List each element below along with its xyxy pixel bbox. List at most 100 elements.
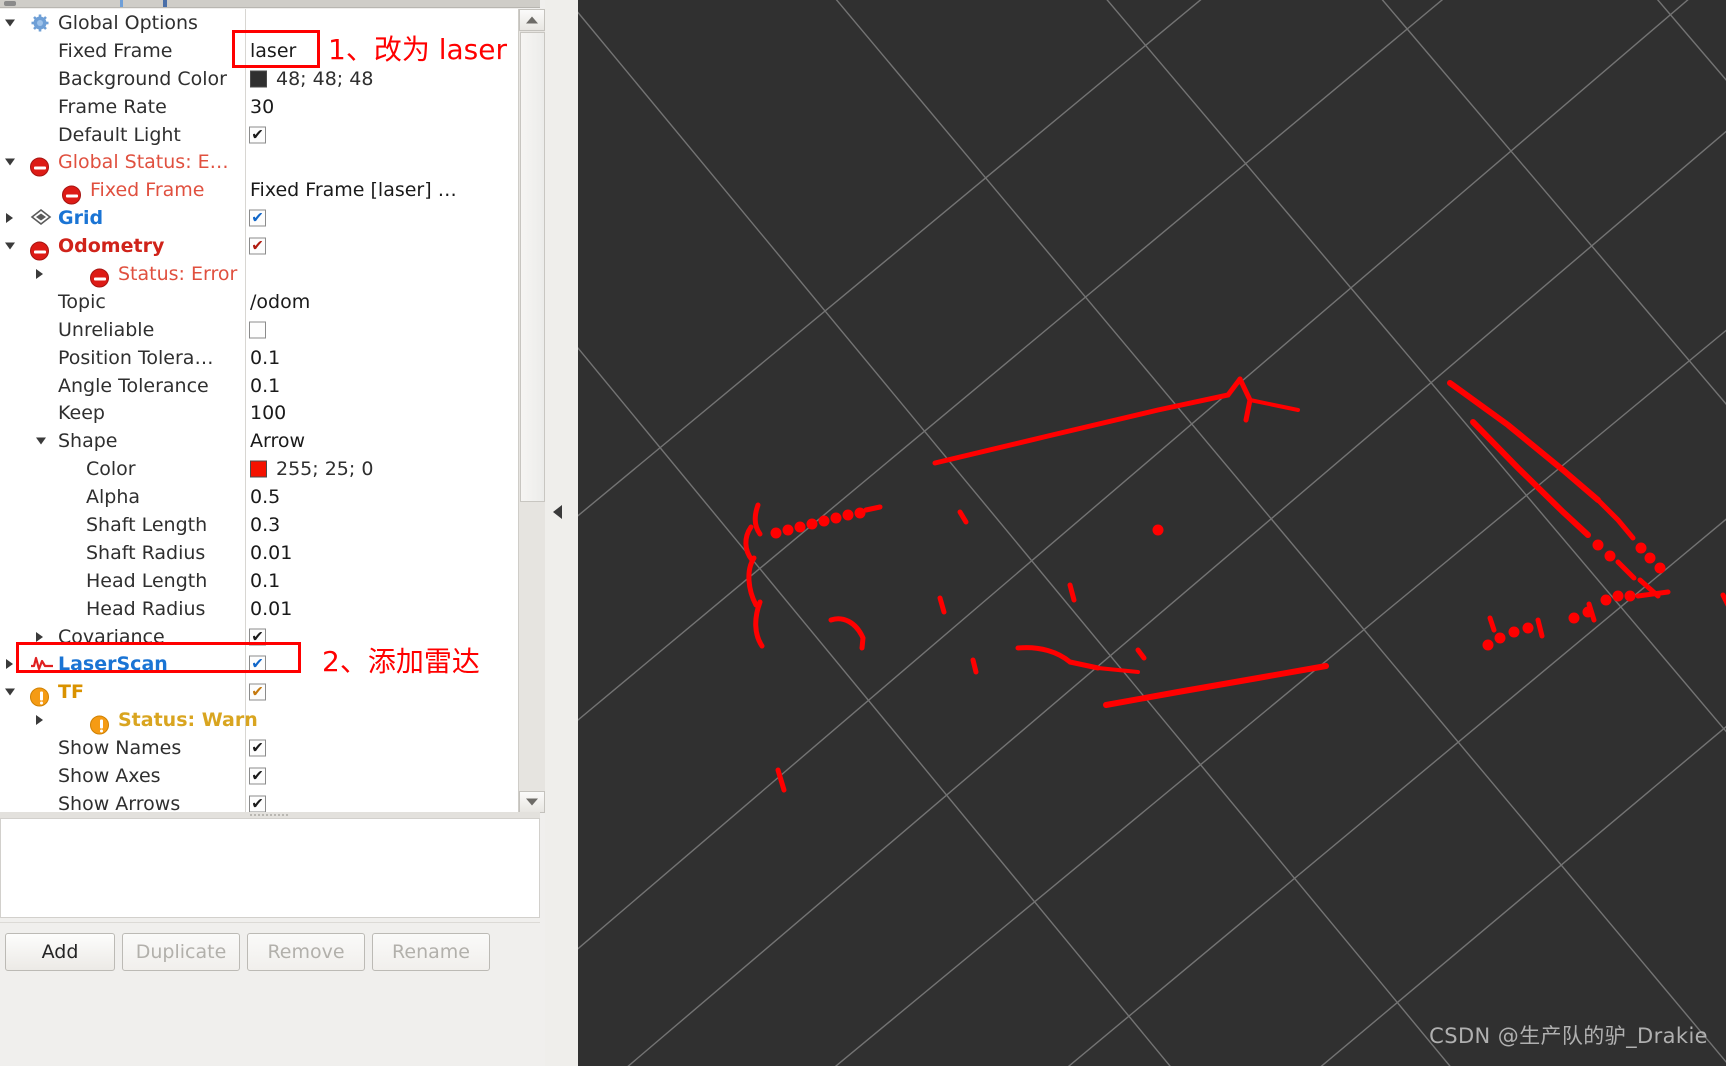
tree-row-color[interactable]: Color 255; 25; 0 — [0, 455, 518, 483]
tree-row-label: Background Color — [58, 67, 227, 90]
tree-row-checkbox[interactable]: ✔ — [249, 767, 266, 785]
tree-row-value[interactable]: 0.3 — [250, 514, 280, 536]
tree-row-value[interactable]: 0.01 — [250, 542, 292, 564]
chevron-right-icon[interactable] — [36, 268, 43, 279]
tree-row-label: Shaft Radius — [86, 541, 206, 564]
tree-row-checkbox[interactable] — [249, 321, 266, 339]
tree-row-label: Angle Tolerance — [58, 374, 209, 397]
tree-row-label: Unreliable — [58, 318, 155, 341]
chevron-right-icon[interactable] — [36, 631, 43, 642]
color-value-text[interactable]: 48; 48; 48 — [276, 68, 373, 90]
tree-row-label: Status: Error — [118, 262, 238, 285]
tree-row-value[interactable]: Fixed Frame [laser] … — [250, 179, 457, 201]
panel-header-mark-2 — [163, 0, 167, 7]
duplicate-button[interactable]: Duplicate — [122, 933, 240, 971]
scroll-up-arrow-button[interactable] — [519, 9, 545, 31]
splitter-collapse-arrow-icon[interactable] — [553, 505, 562, 519]
tree-row-checkbox[interactable]: ✔ — [249, 126, 266, 143]
tree-row-label: TF — [58, 681, 84, 704]
tree-row-background-color[interactable]: Background Color 48; 48; 48 — [0, 65, 518, 93]
displays-tree[interactable]: Global Options Fixed Frame laser Background… — [0, 9, 518, 813]
warn-icon — [90, 715, 109, 735]
scrollbar-thumb[interactable] — [520, 32, 545, 502]
chevron-right-icon[interactable] — [6, 659, 13, 670]
tree-row-checkbox[interactable]: ✔ — [249, 683, 266, 701]
color-swatch[interactable] — [250, 70, 267, 88]
tree-row-head-radius[interactable]: Head Radius 0.01 — [0, 595, 518, 623]
tree-row-checkbox[interactable]: ✔ — [249, 655, 266, 673]
tree-row-value[interactable]: laser — [250, 40, 296, 62]
displays-tree-scrollbar[interactable] — [518, 9, 545, 813]
rename-button[interactable]: Rename — [372, 933, 490, 971]
tree-row-checkbox[interactable]: ✔ — [249, 209, 266, 227]
tree-row-tf-status[interactable]: Status: Warn — [0, 706, 518, 735]
tree-row-value[interactable]: 0.1 — [250, 375, 280, 397]
tree-row-frame-rate[interactable]: Frame Rate 30 — [0, 93, 518, 121]
tree-row-angle-tolerance[interactable]: Angle Tolerance 0.1 — [0, 372, 518, 400]
annotation-label-1: 1、改为 laser — [328, 33, 507, 66]
tree-row-default-light[interactable]: Default Light ✔ — [0, 121, 518, 149]
tree-row-value[interactable]: Arrow — [250, 430, 305, 452]
error-icon — [30, 241, 49, 260]
chevron-down-icon[interactable] — [5, 688, 15, 696]
display-properties-pane — [0, 818, 540, 918]
scroll-down-arrow-button[interactable] — [519, 791, 545, 813]
tree-row-head-length[interactable]: Head Length 0.1 — [0, 567, 518, 595]
tree-row-label: LaserScan — [58, 653, 168, 676]
tree-row-checkbox[interactable]: ✔ — [249, 237, 266, 255]
tree-row-label: Global Options — [58, 11, 198, 34]
tree-row-value[interactable]: 100 — [250, 402, 286, 424]
tree-row-checkbox[interactable]: ✔ — [249, 795, 266, 813]
chevron-down-icon[interactable] — [5, 242, 15, 250]
tree-row-odometry-status[interactable]: Status: Error — [0, 260, 518, 288]
tree-row-grid[interactable]: Grid ✔ — [0, 204, 518, 232]
render-canvas — [578, 0, 1726, 1066]
tree-row-label: Frame Rate — [58, 95, 167, 118]
tree-row-checkbox[interactable]: ✔ — [249, 628, 266, 646]
tree-row-label: Position Tolera… — [58, 346, 214, 369]
tree-row-unreliable[interactable]: Unreliable — [0, 316, 518, 344]
tree-row-odometry[interactable]: Odometry ✔ — [0, 232, 518, 260]
tree-row-value[interactable]: 0.01 — [250, 598, 292, 620]
panel-header-icon — [4, 1, 16, 6]
tree-row-value[interactable]: 30 — [250, 96, 274, 118]
render-view-3d[interactable]: CSDN @生产队的驴_Drakie — [578, 0, 1726, 1066]
scroll-down-arrow-icon — [526, 798, 538, 806]
color-value-text[interactable]: 255; 25; 0 — [276, 458, 373, 480]
tree-row-alpha[interactable]: Alpha 0.5 — [0, 483, 518, 511]
tree-row-keep[interactable]: Keep 100 — [0, 399, 518, 427]
chevron-right-icon[interactable] — [36, 715, 43, 726]
add-button[interactable]: Add — [5, 933, 115, 971]
tree-row-value[interactable]: 0.1 — [250, 347, 280, 369]
tree-row-label: Color — [86, 458, 136, 481]
chevron-down-icon[interactable] — [5, 158, 15, 166]
panel-splitter-vertical[interactable] — [545, 0, 578, 1066]
tree-row-value[interactable]: 0.1 — [250, 570, 280, 592]
tree-row-checkbox[interactable]: ✔ — [249, 739, 266, 757]
tree-row-label: Head Radius — [86, 597, 206, 620]
tree-row-label: Grid — [58, 207, 104, 230]
chevron-right-icon[interactable] — [6, 213, 13, 224]
color-swatch[interactable] — [250, 460, 267, 478]
chevron-down-icon[interactable] — [5, 19, 15, 27]
tree-row-position-tolerance[interactable]: Position Tolera… 0.1 — [0, 344, 518, 372]
tree-row-global-status[interactable]: Global Status: E… — [0, 148, 518, 177]
tree-row-label: Head Length — [86, 569, 208, 592]
tree-row-shaft-length[interactable]: Shaft Length 0.3 — [0, 511, 518, 539]
tree-row-show-arrows[interactable]: Show Arrows ✔ — [0, 790, 518, 813]
watermark-text: CSDN @生产队的驴_Drakie — [1429, 1024, 1708, 1048]
tree-row-shaft-radius[interactable]: Shaft Radius 0.01 — [0, 539, 518, 567]
remove-button[interactable]: Remove — [247, 933, 365, 971]
tree-row-status-fixed-frame[interactable]: Fixed Frame Fixed Frame [laser] … — [0, 176, 518, 205]
tree-row-show-axes[interactable]: Show Axes ✔ — [0, 762, 518, 790]
tree-row-value[interactable]: 0.5 — [250, 486, 280, 508]
rviz-window: Global Options Fixed Frame laser Background… — [0, 0, 1726, 1066]
splitter-grip — [250, 814, 290, 816]
tree-row-value[interactable]: /odom — [250, 291, 310, 313]
tree-row-show-names[interactable]: Show Names ✔ — [0, 734, 518, 762]
tree-row-shape[interactable]: Shape Arrow — [0, 427, 518, 455]
tree-row-topic[interactable]: Topic/odom — [0, 288, 518, 316]
error-icon — [62, 185, 81, 205]
tree-row-tf[interactable]: TF ✔ — [0, 678, 518, 707]
chevron-down-icon[interactable] — [36, 437, 46, 445]
